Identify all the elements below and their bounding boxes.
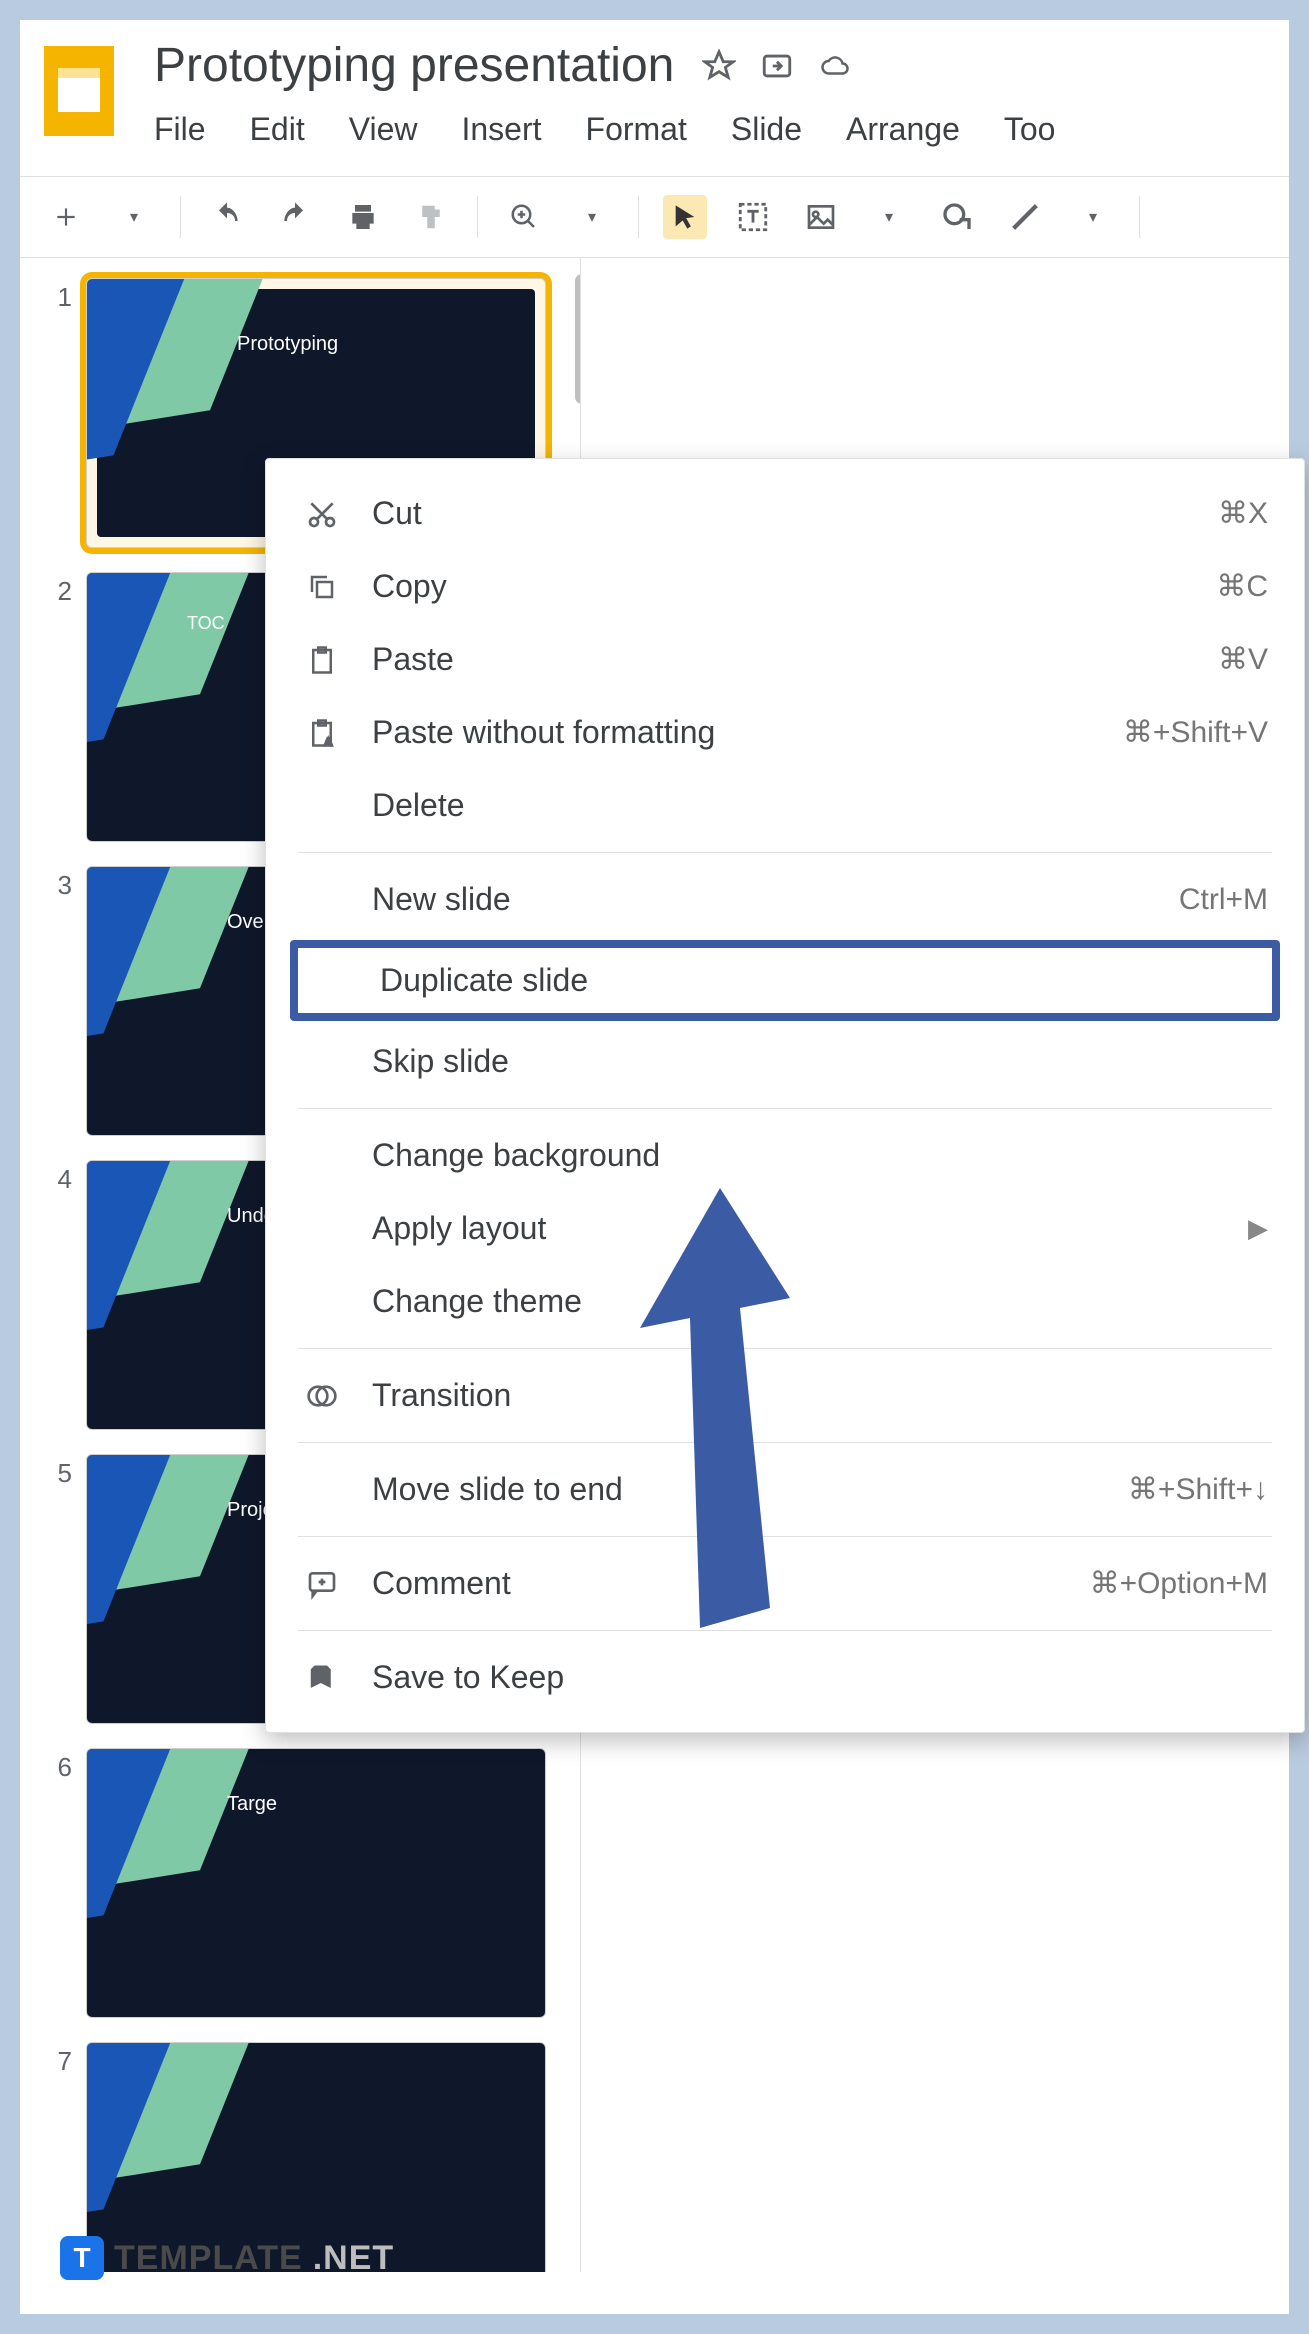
paste-plain-icon: A: [302, 717, 342, 749]
menu-item-label: Change theme: [372, 1283, 1268, 1320]
svg-text:A: A: [325, 736, 333, 748]
watermark-text: TEMPLATE: [114, 2239, 303, 2278]
menu-view[interactable]: View: [349, 111, 418, 148]
slide-thumbnail[interactable]: Targe: [86, 1748, 546, 2018]
menu-divider: [298, 1108, 1272, 1109]
menu-divider: [298, 1442, 1272, 1443]
menu-item-label: Transition: [372, 1377, 1268, 1414]
menu-shortcut: ⌘+Option+M: [1090, 1566, 1268, 1601]
highlight-annotation: Duplicate slide: [290, 940, 1280, 1021]
slide-thumbnail-row: 6Targe: [44, 1748, 566, 2018]
context-menu: Cut ⌘X Copy ⌘C Paste ⌘V A Paste without formatt…: [265, 458, 1305, 1733]
menu-shortcut: ⌘V: [1218, 642, 1268, 677]
menu-shortcut: ⌘X: [1218, 496, 1268, 531]
menu-divider: [298, 1536, 1272, 1537]
copy-icon: [302, 572, 342, 602]
menu-item-label: Skip slide: [372, 1043, 1268, 1080]
menu-insert[interactable]: Insert: [461, 111, 541, 148]
menu-item-copy[interactable]: Copy ⌘C: [266, 550, 1304, 623]
submenu-arrow-icon: ▶: [1248, 1213, 1268, 1244]
zoom-button[interactable]: [502, 195, 546, 239]
menu-arrange[interactable]: Arrange: [846, 111, 960, 148]
menu-divider: [298, 1348, 1272, 1349]
paste-icon: [302, 645, 342, 675]
menu-item-label: Delete: [372, 787, 1268, 824]
menu-item-apply-layout[interactable]: Apply layout ▶: [266, 1192, 1304, 1265]
menu-tools[interactable]: Too: [1004, 111, 1056, 148]
menu-item-comment[interactable]: Comment ⌘+Option+M: [266, 1547, 1304, 1620]
slide-number: 6: [44, 1748, 72, 2018]
menu-item-move-slide-to-end[interactable]: Move slide to end ⌘+Shift+↓: [266, 1453, 1304, 1526]
menu-item-new-slide[interactable]: New slide Ctrl+M: [266, 863, 1304, 936]
app-window: Prototyping presentation File Edit View …: [20, 20, 1289, 2314]
new-slide-dropdown[interactable]: ▾: [112, 195, 156, 239]
redo-button[interactable]: [273, 195, 317, 239]
menu-divider: [298, 852, 1272, 853]
menu-item-save-to-keep[interactable]: Save to Keep: [266, 1641, 1304, 1714]
keep-icon: [302, 1663, 342, 1693]
menu-item-paste-without-formatting[interactable]: A Paste without formatting ⌘+Shift+V: [266, 696, 1304, 769]
menu-shortcut: ⌘C: [1216, 569, 1268, 604]
cut-icon: [302, 498, 342, 530]
menu-item-label: Paste without formatting: [372, 714, 1093, 751]
line-dropdown[interactable]: ▾: [1071, 195, 1115, 239]
menu-item-change-theme[interactable]: Change theme: [266, 1265, 1304, 1338]
cloud-icon[interactable]: [818, 49, 852, 83]
star-icon[interactable]: [702, 49, 736, 83]
menu-item-change-background[interactable]: Change background: [266, 1119, 1304, 1192]
menu-file[interactable]: File: [154, 111, 206, 148]
menu-slide[interactable]: Slide: [731, 111, 802, 148]
menu-item-label: New slide: [372, 881, 1149, 918]
move-icon[interactable]: [760, 49, 794, 83]
slide-number: 3: [44, 866, 72, 1136]
menu-item-skip-slide[interactable]: Skip slide: [266, 1025, 1304, 1098]
slide-number: 1: [44, 278, 72, 548]
menu-bar: File Edit View Insert Format Slide Arran…: [154, 111, 1055, 148]
slides-logo: [44, 46, 114, 136]
menu-edit[interactable]: Edit: [250, 111, 305, 148]
menu-item-delete[interactable]: Delete: [266, 769, 1304, 842]
image-tool[interactable]: [799, 195, 843, 239]
print-button[interactable]: [341, 195, 385, 239]
shape-tool[interactable]: [935, 195, 979, 239]
comment-icon: [302, 1568, 342, 1600]
zoom-dropdown[interactable]: ▾: [570, 195, 614, 239]
menu-item-label: Move slide to end: [372, 1471, 1098, 1508]
watermark-suffix: .NET: [313, 2239, 394, 2278]
menu-divider: [298, 1630, 1272, 1631]
paint-format-button[interactable]: [409, 195, 453, 239]
menu-item-transition[interactable]: Transition: [266, 1359, 1304, 1432]
menu-shortcut: Ctrl+M: [1179, 883, 1268, 917]
header: Prototyping presentation File Edit View …: [20, 20, 1289, 148]
transition-icon: [302, 1380, 342, 1412]
watermark-logo: T: [60, 2236, 104, 2280]
menu-item-paste[interactable]: Paste ⌘V: [266, 623, 1304, 696]
menu-item-label: Change background: [372, 1137, 1268, 1174]
menu-shortcut: ⌘+Shift+↓: [1128, 1472, 1268, 1507]
document-title[interactable]: Prototyping presentation: [154, 38, 674, 93]
menu-item-label: Comment: [372, 1565, 1060, 1602]
slide-number: 5: [44, 1454, 72, 1724]
image-dropdown[interactable]: ▾: [867, 195, 911, 239]
menu-item-label: Apply layout: [372, 1210, 1218, 1247]
line-tool[interactable]: [1003, 195, 1047, 239]
menu-item-cut[interactable]: Cut ⌘X: [266, 477, 1304, 550]
select-tool[interactable]: [663, 195, 707, 239]
menu-item-label: Duplicate slide: [380, 962, 1260, 999]
title-block: Prototyping presentation File Edit View …: [154, 38, 1055, 148]
menu-format[interactable]: Format: [586, 111, 687, 148]
toolbar: ▾ ▾ ▾ ▾: [20, 176, 1289, 258]
menu-shortcut: ⌘+Shift+V: [1123, 715, 1268, 750]
menu-item-label: Cut: [372, 495, 1188, 532]
menu-item-label: Copy: [372, 568, 1186, 605]
slide-number: 4: [44, 1160, 72, 1430]
menu-item-label: Paste: [372, 641, 1188, 678]
watermark: T TEMPLATE .NET: [60, 2236, 394, 2280]
slide-number: 2: [44, 572, 72, 842]
menu-item-label: Save to Keep: [372, 1659, 1268, 1696]
menu-item-duplicate-slide[interactable]: Duplicate slide: [298, 948, 1272, 1013]
textbox-tool[interactable]: [731, 195, 775, 239]
undo-button[interactable]: [205, 195, 249, 239]
new-slide-button[interactable]: [44, 195, 88, 239]
